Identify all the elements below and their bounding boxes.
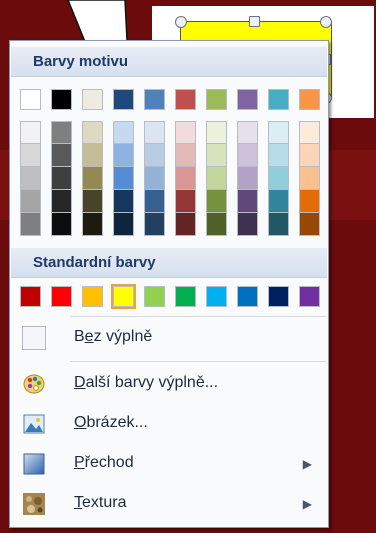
- standard-colors-header: Standardní barvy: [11, 248, 327, 278]
- theme-shade-swatch[interactable]: [237, 121, 258, 144]
- texture-label: Textura: [74, 494, 127, 511]
- theme-shade-swatch[interactable]: [206, 213, 227, 236]
- texture-item[interactable]: Textura ▶: [12, 485, 326, 523]
- theme-shade-swatch[interactable]: [237, 167, 258, 190]
- theme-shade-swatch[interactable]: [175, 121, 196, 144]
- theme-shade-swatch[interactable]: [175, 167, 196, 190]
- theme-color-swatch[interactable]: [144, 89, 165, 110]
- resize-handle-top-left[interactable]: [175, 16, 187, 28]
- theme-color-swatch[interactable]: [20, 89, 41, 110]
- theme-shade-swatch[interactable]: [113, 167, 134, 190]
- theme-shade-swatch[interactable]: [268, 121, 289, 144]
- theme-shade-swatch[interactable]: [206, 121, 227, 144]
- standard-color-swatch[interactable]: [268, 286, 289, 307]
- theme-shade-swatch[interactable]: [144, 167, 165, 190]
- theme-shade-swatch[interactable]: [175, 190, 196, 213]
- theme-color-swatch[interactable]: [206, 89, 227, 110]
- theme-shade-swatch[interactable]: [82, 144, 103, 167]
- picture-item[interactable]: Obrázek...: [12, 405, 326, 443]
- standard-color-swatch[interactable]: [206, 286, 227, 307]
- gradient-icon: [23, 453, 45, 475]
- theme-shade-swatch[interactable]: [144, 190, 165, 213]
- theme-shade-swatch[interactable]: [268, 144, 289, 167]
- standard-color-swatch[interactable]: [237, 286, 258, 307]
- separator: [70, 316, 326, 317]
- resize-handle-top[interactable]: [249, 16, 260, 27]
- standard-color-swatch[interactable]: [82, 286, 103, 307]
- theme-shade-swatch[interactable]: [82, 121, 103, 144]
- theme-shade-swatch[interactable]: [206, 190, 227, 213]
- gradient-label: Přechod: [74, 454, 134, 471]
- theme-shade-swatch[interactable]: [113, 144, 134, 167]
- theme-shade-swatch[interactable]: [299, 213, 320, 236]
- theme-shade-swatch[interactable]: [144, 144, 165, 167]
- theme-shade-swatch[interactable]: [51, 213, 72, 236]
- palette-icon: [23, 374, 45, 394]
- standard-color-swatch[interactable]: [111, 284, 136, 309]
- texture-icon: [23, 493, 45, 515]
- standard-color-swatch[interactable]: [20, 286, 41, 307]
- theme-shade-swatch[interactable]: [299, 121, 320, 144]
- theme-shade-swatch[interactable]: [51, 144, 72, 167]
- chevron-right-icon: ▶: [302, 457, 312, 471]
- standard-color-swatch[interactable]: [175, 286, 196, 307]
- resize-handle-top-right[interactable]: [320, 16, 332, 28]
- theme-shade-swatch[interactable]: [82, 213, 103, 236]
- theme-colors-header: Barvy motivu: [11, 47, 327, 77]
- theme-shade-swatch[interactable]: [20, 167, 41, 190]
- theme-shade-swatch[interactable]: [268, 213, 289, 236]
- separator: [70, 361, 326, 362]
- theme-shade-swatch[interactable]: [299, 144, 320, 167]
- theme-shade-swatch[interactable]: [237, 213, 258, 236]
- standard-color-swatch[interactable]: [51, 286, 72, 307]
- more-fill-colors-label: Další barvy výplně...: [74, 374, 219, 391]
- theme-shade-swatch[interactable]: [268, 167, 289, 190]
- theme-shade-swatch[interactable]: [20, 121, 41, 144]
- theme-shade-swatch[interactable]: [51, 190, 72, 213]
- theme-shade-swatch[interactable]: [82, 190, 103, 213]
- theme-shade-swatch[interactable]: [268, 190, 289, 213]
- theme-shade-swatch[interactable]: [51, 167, 72, 190]
- no-fill-item[interactable]: Bez výplně: [12, 319, 326, 357]
- more-fill-colors-item[interactable]: Další barvy výplně...: [12, 365, 326, 403]
- theme-color-swatch[interactable]: [82, 89, 103, 110]
- picture-icon: [23, 414, 45, 434]
- theme-color-swatch[interactable]: [113, 89, 134, 110]
- theme-color-swatch[interactable]: [299, 89, 320, 110]
- theme-shade-swatch[interactable]: [113, 121, 134, 144]
- theme-color-swatch[interactable]: [268, 89, 289, 110]
- theme-shade-swatch[interactable]: [82, 167, 103, 190]
- theme-shade-swatch[interactable]: [237, 190, 258, 213]
- theme-shade-swatch[interactable]: [144, 213, 165, 236]
- standard-color-swatch[interactable]: [299, 286, 320, 307]
- theme-shade-swatch[interactable]: [206, 144, 227, 167]
- theme-shade-swatch[interactable]: [113, 213, 134, 236]
- gradient-item[interactable]: Přechod ▶: [12, 445, 326, 483]
- theme-shade-swatch[interactable]: [51, 121, 72, 144]
- theme-shade-swatch[interactable]: [299, 190, 320, 213]
- theme-shade-swatch[interactable]: [175, 144, 196, 167]
- no-fill-label: Bez výplně: [74, 328, 153, 345]
- no-fill-icon: [22, 326, 46, 350]
- theme-shade-swatch[interactable]: [113, 190, 134, 213]
- fill-color-dropdown: Barvy motivu Standardní barvy Bez výplně…: [9, 40, 329, 528]
- theme-color-swatch[interactable]: [175, 89, 196, 110]
- theme-shade-swatch[interactable]: [20, 144, 41, 167]
- theme-shade-swatch[interactable]: [20, 190, 41, 213]
- standard-color-swatch[interactable]: [144, 286, 165, 307]
- theme-shade-swatch[interactable]: [237, 144, 258, 167]
- theme-shade-swatch[interactable]: [299, 167, 320, 190]
- theme-color-swatch[interactable]: [237, 89, 258, 110]
- theme-shade-swatch[interactable]: [175, 213, 196, 236]
- chevron-right-icon: ▶: [302, 497, 312, 511]
- theme-shade-swatch[interactable]: [144, 121, 165, 144]
- theme-color-swatch[interactable]: [51, 89, 72, 110]
- theme-shade-swatch[interactable]: [206, 167, 227, 190]
- theme-shade-swatch[interactable]: [20, 213, 41, 236]
- picture-label: Obrázek...: [74, 414, 148, 431]
